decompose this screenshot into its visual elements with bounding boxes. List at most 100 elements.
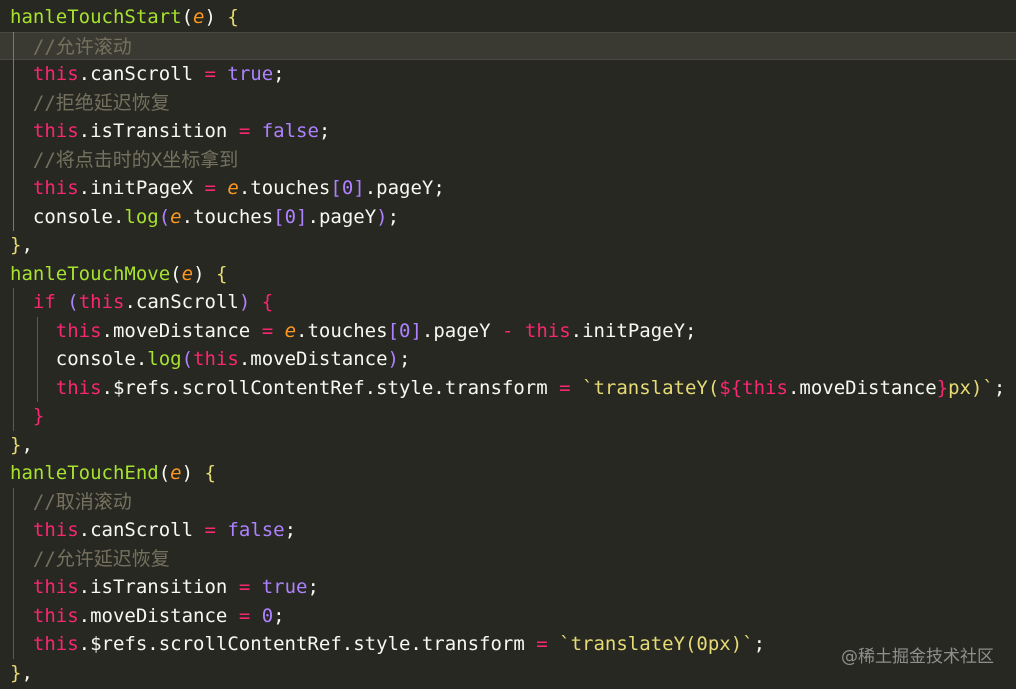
code-token: [: [387, 319, 400, 342]
code-token: ): [204, 6, 216, 28]
code-line[interactable]: this.$refs.scrollContentRef.style.transf…: [0, 374, 1016, 403]
indent-guide: [37, 316, 38, 402]
code-token: this: [32, 633, 79, 655]
code-token: this: [32, 63, 79, 85]
code-token: e: [170, 462, 182, 484]
code-line[interactable]: this.moveDistance = e.touches[0].pageY -…: [0, 317, 1016, 346]
code-token: this: [32, 519, 79, 541]
code-line[interactable]: this.canScroll = false;: [0, 516, 1016, 545]
code-token: hanleTouchEnd: [10, 462, 159, 484]
code-token: ): [193, 262, 205, 285]
code-token: }: [32, 405, 45, 427]
code-token: {: [215, 262, 228, 285]
code-token: .$refs.scrollContentRef.style.transform: [78, 633, 537, 655]
code-token: true: [261, 576, 308, 598]
code-line[interactable]: this.isTransition = true;: [0, 573, 1016, 602]
code-token: this: [193, 348, 239, 370]
watermark: @稀土掘金技术社区: [841, 647, 994, 667]
code-token: ]: [296, 205, 308, 228]
code-line[interactable]: this.moveDistance = 0;: [0, 602, 1016, 631]
code-token: ,: [21, 661, 33, 684]
code-token: }: [936, 376, 949, 399]
code-token: .moveDistance: [787, 376, 937, 399]
code-token: =: [238, 576, 251, 598]
code-token: ;: [307, 576, 319, 598]
code-token: console.: [10, 348, 148, 370]
code-line[interactable]: console.log(this.moveDistance);: [0, 345, 1016, 374]
code-token: e: [181, 262, 194, 285]
code-token: [: [273, 205, 285, 228]
code-line[interactable]: console.log(e.touches[0].pageY);: [0, 203, 1016, 232]
code-token: ;: [753, 633, 766, 655]
code-editor[interactable]: hanleTouchStart(e) { //允许滚动 this.canScro…: [0, 0, 1016, 689]
code-token: this: [32, 177, 79, 199]
code-line[interactable]: hanleTouchEnd(e) {: [0, 459, 1016, 488]
code-token: =: [559, 376, 571, 399]
code-token: .moveDistance: [78, 604, 239, 627]
code-token: {: [227, 6, 239, 28]
code-token: 0: [341, 177, 354, 199]
code-token: .touches: [238, 177, 331, 199]
code-token: ;: [318, 120, 331, 142]
code-token: 0: [399, 319, 411, 342]
code-token: log: [124, 205, 159, 228]
code-token: //取消滚动: [10, 490, 132, 513]
code-token: (: [181, 6, 194, 28]
code-line[interactable]: hanleTouchMove(e) {: [0, 260, 1016, 289]
code-line[interactable]: //拒绝延迟恢复: [0, 89, 1016, 118]
indent-guide: [13, 288, 14, 431]
code-token: .pageY: [307, 205, 377, 228]
code-token: (: [158, 462, 171, 484]
code-token: ): [181, 462, 194, 484]
code-token: e: [170, 205, 182, 228]
code-token: 0: [261, 604, 274, 627]
code-line[interactable]: this.canScroll = true;: [0, 60, 1016, 89]
code-token: =: [204, 63, 216, 85]
code-line[interactable]: //允许延迟恢复: [0, 545, 1016, 574]
code-line[interactable]: }: [0, 402, 1016, 431]
code-token: =: [238, 604, 251, 627]
code-token: ;: [284, 519, 297, 541]
code-token: this: [32, 576, 79, 598]
indent-guide: [13, 31, 14, 231]
code-token: .pageY: [421, 319, 502, 342]
code-token: false: [261, 120, 319, 142]
code-token: this: [32, 604, 79, 627]
code-line[interactable]: //允许滚动: [0, 31, 1016, 60]
code-token: =: [536, 633, 548, 655]
code-token: =: [204, 519, 216, 541]
code-line[interactable]: //将点击时的X坐标拿到: [0, 146, 1016, 175]
code-line[interactable]: hanleTouchStart(e) {: [0, 3, 1016, 32]
code-line[interactable]: this.isTransition = false;: [0, 117, 1016, 146]
code-token: false: [227, 519, 285, 541]
code-line[interactable]: },: [0, 431, 1016, 460]
code-token: [: [330, 177, 342, 199]
code-line[interactable]: if (this.canScroll) {: [0, 288, 1016, 317]
code-token: ${: [719, 376, 743, 399]
code-line[interactable]: },: [0, 231, 1016, 260]
code-line[interactable]: //取消滚动: [0, 488, 1016, 517]
code-line[interactable]: this.initPageX = e.touches[0].pageY;: [0, 174, 1016, 203]
code-token: `translateY(: [582, 376, 720, 399]
code-token: }: [10, 661, 22, 684]
code-token: -: [502, 319, 514, 342]
code-token: .pageY;: [364, 177, 445, 199]
code-token: .moveDistance: [101, 319, 262, 342]
code-token: this: [32, 120, 79, 142]
code-token: }: [10, 433, 22, 456]
code-token: this: [55, 376, 102, 399]
code-token: =: [204, 177, 216, 199]
code-token: {: [204, 462, 216, 484]
code-token: .canScroll: [78, 63, 205, 85]
code-token: e: [284, 319, 297, 342]
